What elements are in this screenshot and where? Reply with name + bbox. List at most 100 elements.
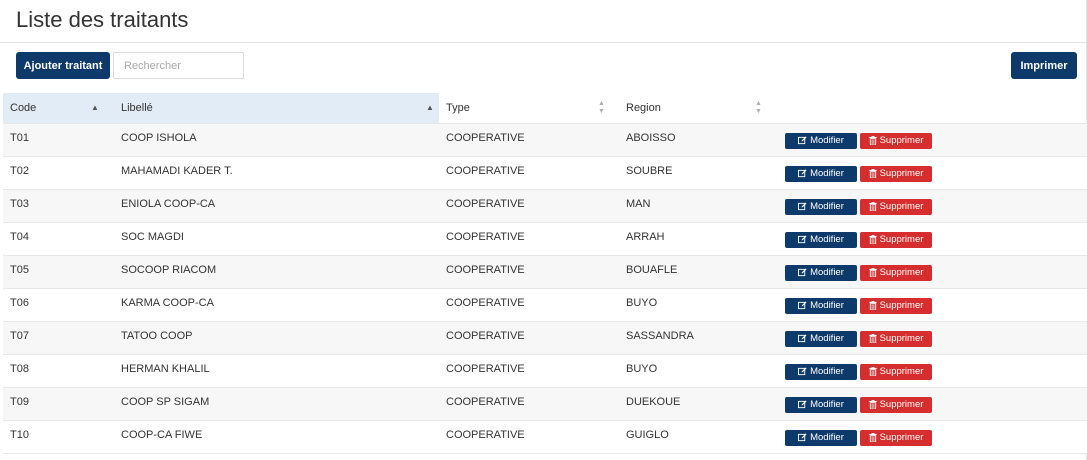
search-input[interactable] xyxy=(113,52,244,79)
libelle-value: SOC MAGDI xyxy=(121,230,184,243)
supprimer-button[interactable]: Supprimer xyxy=(860,264,932,281)
modifier-button[interactable]: Modifier xyxy=(785,132,857,149)
code-value: T09 xyxy=(10,395,29,408)
modifier-button[interactable]: Modifier xyxy=(785,429,857,446)
cell-actions: Modifier Supprimer xyxy=(776,255,1087,288)
trash-icon xyxy=(868,202,877,211)
supprimer-label: Supprimer xyxy=(879,300,924,311)
cell-libelle: ENIOLA COOP-CA xyxy=(112,189,439,222)
cell-actions: Modifier Supprimer xyxy=(776,420,1087,453)
cell-actions: Modifier Supprimer xyxy=(776,288,1087,321)
trash-icon xyxy=(868,235,877,244)
edit-icon xyxy=(798,235,807,244)
type-value: COOPERATIVE xyxy=(446,197,525,210)
modifier-button[interactable]: Modifier xyxy=(785,231,857,248)
modifier-button[interactable]: Modifier xyxy=(785,396,857,413)
table-row: T05 SOCOOP RIACOM COOPERATIVE BOUAFLE Mo… xyxy=(3,255,1087,288)
table-row: T01 COOP ISHOLA COOPERATIVE ABOISSO Modi… xyxy=(3,123,1087,156)
region-value: BOUAFLE xyxy=(626,263,678,276)
modifier-label: Modifier xyxy=(810,234,844,245)
trash-icon xyxy=(868,301,877,310)
modifier-button[interactable]: Modifier xyxy=(785,198,857,215)
cell-libelle: TATOO COOP xyxy=(112,321,439,354)
edit-icon xyxy=(798,268,807,277)
cell-code: T05 xyxy=(3,255,112,288)
cell-region: ABOISSO xyxy=(619,123,776,156)
cell-region: ARRAH xyxy=(619,222,776,255)
supprimer-button[interactable]: Supprimer xyxy=(860,165,932,182)
region-value: BUYO xyxy=(626,296,658,309)
title-bar: Liste des traitants xyxy=(0,0,1086,43)
region-value: DUEKOUE xyxy=(626,395,681,408)
cell-region: MAN xyxy=(619,189,776,222)
modifier-button[interactable]: Modifier xyxy=(785,264,857,281)
edit-icon xyxy=(798,400,807,409)
cell-libelle: COOP-CA FIWE xyxy=(112,420,439,453)
supprimer-button[interactable]: Supprimer xyxy=(860,330,932,347)
region-value: MAN xyxy=(626,197,651,210)
code-value: T10 xyxy=(10,428,29,441)
table-row: T09 COOP SP SIGAM COOPERATIVE DUEKOUE Mo… xyxy=(3,387,1087,420)
column-header-type[interactable]: Type ▲ ▼ xyxy=(439,93,619,124)
print-button[interactable]: Imprimer xyxy=(1011,52,1077,79)
supprimer-button[interactable]: Supprimer xyxy=(860,132,932,149)
cell-type: COOPERATIVE xyxy=(439,189,619,222)
edit-icon xyxy=(798,169,807,178)
modifier-label: Modifier xyxy=(810,432,844,443)
add-traitant-button[interactable]: Ajouter traitant xyxy=(16,52,110,79)
table-row: T07 TATOO COOP COOPERATIVE SASSANDRA Mod… xyxy=(3,321,1087,354)
cell-actions: Modifier Supprimer xyxy=(776,123,1087,156)
modifier-label: Modifier xyxy=(810,135,844,146)
cell-libelle: MAHAMADI KADER T. xyxy=(112,156,439,189)
cell-libelle: SOC MAGDI xyxy=(112,222,439,255)
libelle-value: MAHAMADI KADER T. xyxy=(121,164,233,177)
modifier-label: Modifier xyxy=(810,201,844,212)
type-value: COOPERATIVE xyxy=(446,164,525,177)
cell-type: COOPERATIVE xyxy=(439,123,619,156)
libelle-value: ENIOLA COOP-CA xyxy=(121,197,216,210)
edit-icon xyxy=(798,367,807,376)
region-value: SASSANDRA xyxy=(626,329,694,342)
supprimer-button[interactable]: Supprimer xyxy=(860,297,932,314)
sort-both-icon: ▲ ▼ xyxy=(755,99,762,115)
edit-icon xyxy=(798,136,807,145)
supprimer-label: Supprimer xyxy=(879,267,924,278)
cell-type: COOPERATIVE xyxy=(439,222,619,255)
column-header-label: Libellé xyxy=(121,101,153,114)
modifier-button[interactable]: Modifier xyxy=(785,363,857,380)
modifier-button[interactable]: Modifier xyxy=(785,297,857,314)
modifier-button[interactable]: Modifier xyxy=(785,165,857,182)
region-value: ARRAH xyxy=(626,230,665,243)
cell-code: T01 xyxy=(3,123,112,156)
supprimer-label: Supprimer xyxy=(879,399,924,410)
supprimer-button[interactable]: Supprimer xyxy=(860,429,932,446)
supprimer-label: Supprimer xyxy=(879,168,924,179)
trash-icon xyxy=(868,268,877,277)
cell-type: COOPERATIVE xyxy=(439,321,619,354)
column-header-label: Region xyxy=(626,101,661,114)
column-header-libelle[interactable]: Libellé ▲ xyxy=(112,93,439,124)
cell-region: SASSANDRA xyxy=(619,321,776,354)
modifier-label: Modifier xyxy=(810,399,844,410)
libelle-value: KARMA COOP-CA xyxy=(121,296,214,309)
modifier-button[interactable]: Modifier xyxy=(785,330,857,347)
supprimer-button[interactable]: Supprimer xyxy=(860,198,932,215)
libelle-value: SOCOOP RIACOM xyxy=(121,263,217,276)
cell-region: BUYO xyxy=(619,288,776,321)
supprimer-button[interactable]: Supprimer xyxy=(860,363,932,380)
column-header-code[interactable]: Code ▲ xyxy=(3,93,112,124)
cell-region: BUYO xyxy=(619,354,776,387)
sort-both-icon: ▲ ▼ xyxy=(598,99,605,115)
code-value: T02 xyxy=(10,164,29,177)
supprimer-label: Supprimer xyxy=(879,135,924,146)
supprimer-button[interactable]: Supprimer xyxy=(860,231,932,248)
cell-code: T10 xyxy=(3,420,112,453)
traitants-table: Code ▲ Libellé ▲ Type ▲ ▼ Region ▲ ▼ T01… xyxy=(3,93,1087,454)
supprimer-button[interactable]: Supprimer xyxy=(860,396,932,413)
sort-asc-icon: ▲ xyxy=(91,102,99,112)
cell-type: COOPERATIVE xyxy=(439,420,619,453)
column-header-region[interactable]: Region ▲ ▼ xyxy=(619,93,776,124)
edit-icon xyxy=(798,202,807,211)
modifier-label: Modifier xyxy=(810,267,844,278)
modifier-label: Modifier xyxy=(810,366,844,377)
